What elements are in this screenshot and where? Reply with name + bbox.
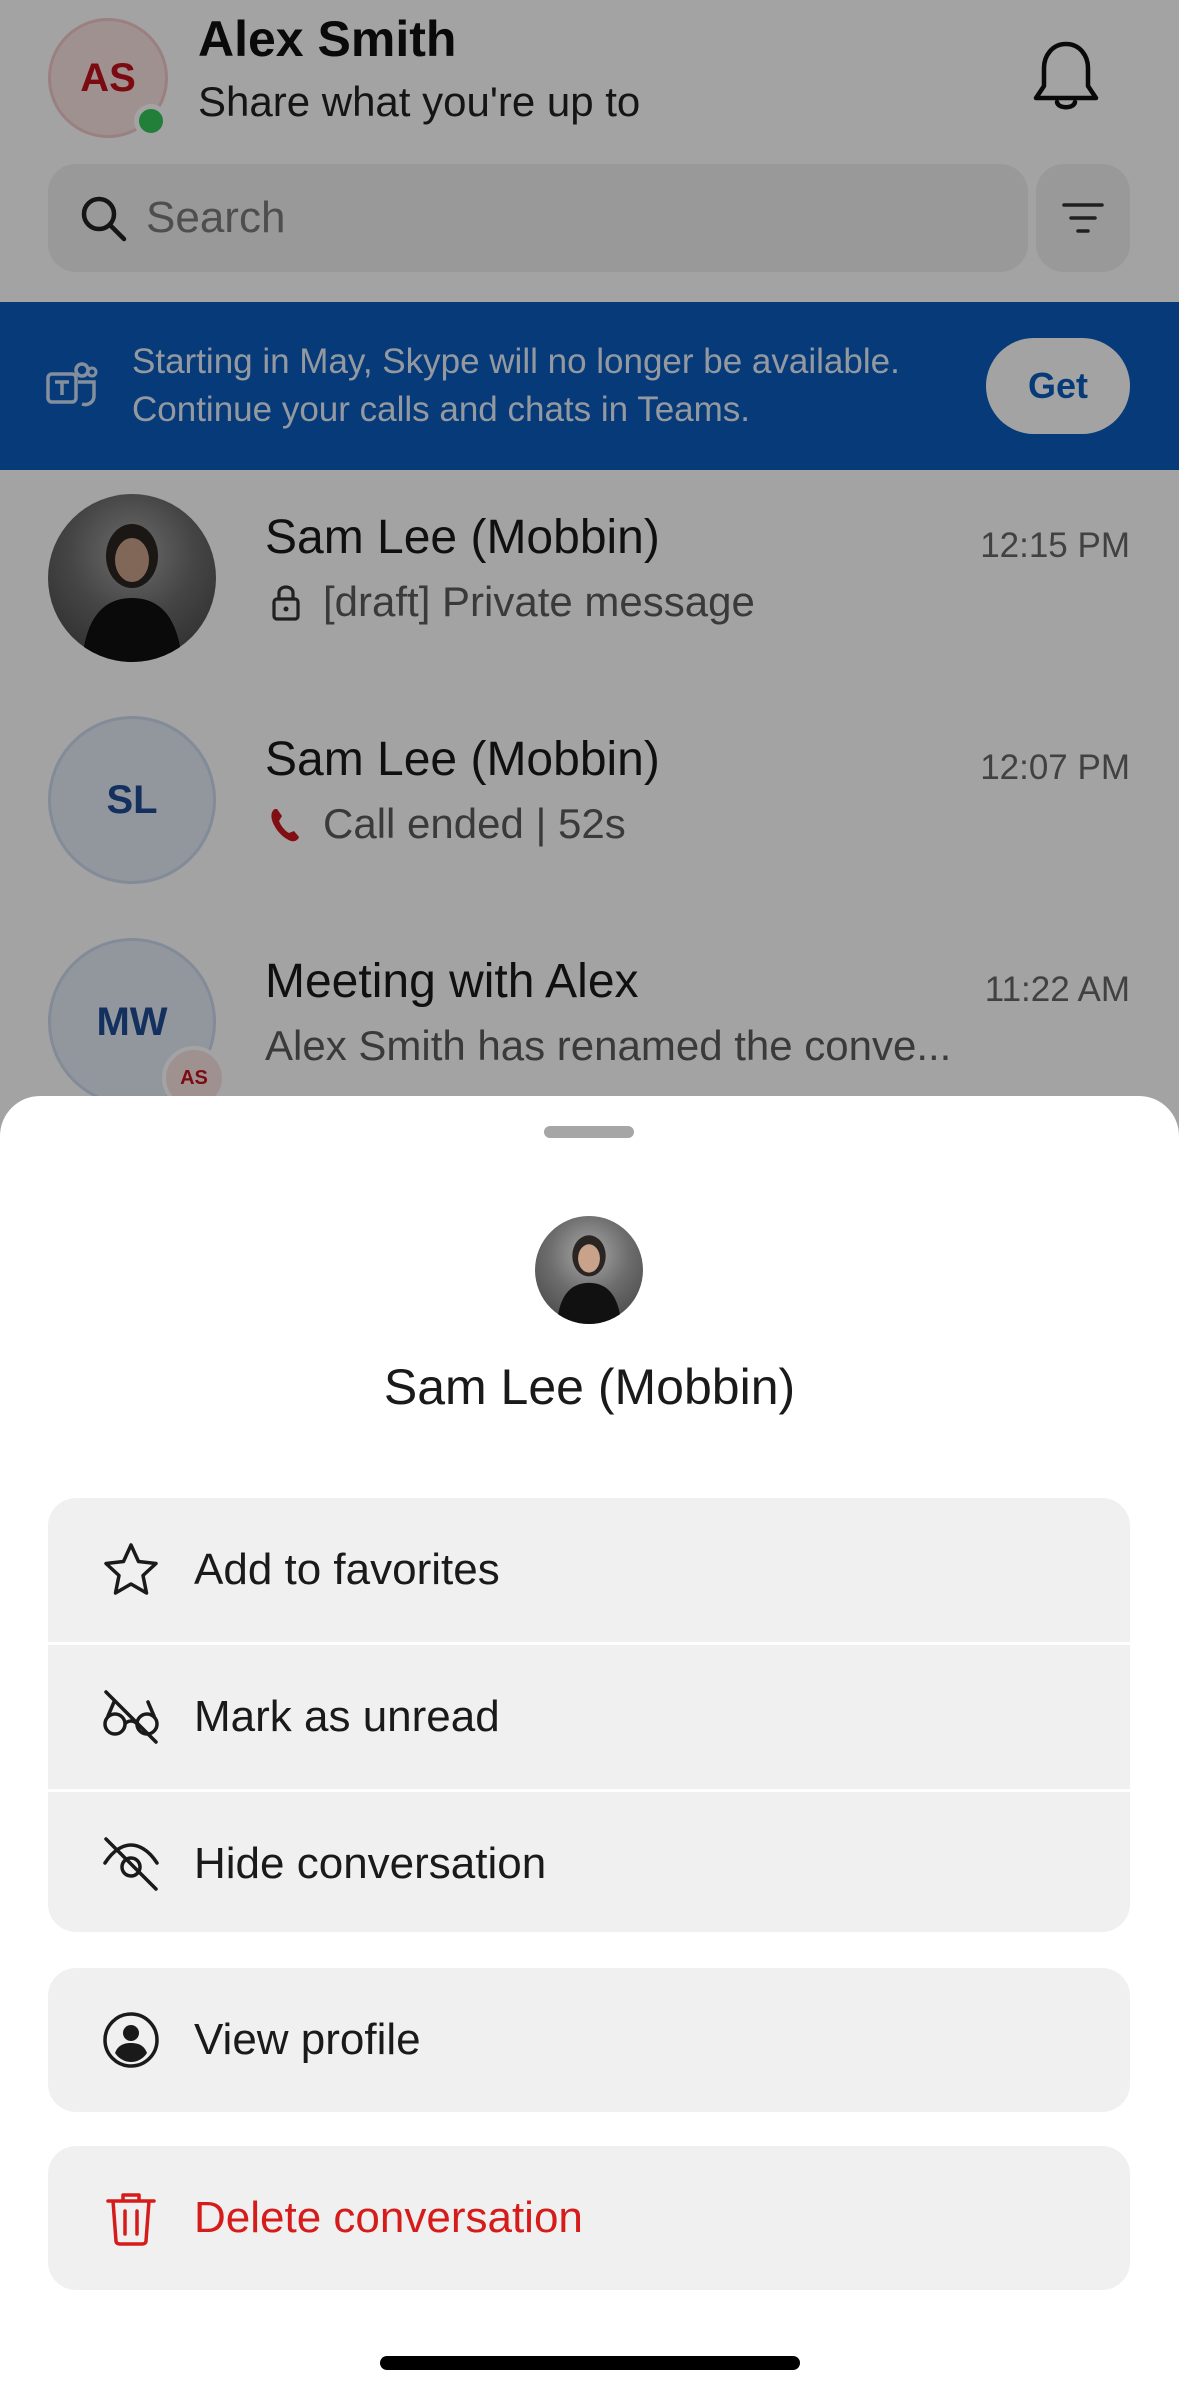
person-photo-icon [556, 1235, 622, 1324]
action-label: Hide conversation [194, 1839, 547, 1888]
eye-off-icon [103, 1837, 159, 1891]
trash-icon [106, 2193, 156, 2246]
home-indicator[interactable] [380, 2356, 800, 2370]
action-label: View profile [194, 2015, 421, 2064]
actions-group: Add to favorites Mark as unread Hide con… [48, 1498, 1130, 1932]
person-circle-icon [103, 2012, 159, 2068]
delete-group: Delete conversation [48, 2146, 1130, 2290]
sheet-contact-name: Sam Lee (Mobbin) [383, 1359, 796, 1415]
sheet-grabber[interactable] [544, 1126, 634, 1138]
action-label: Delete conversation [194, 2193, 583, 2242]
action-label: Mark as unread [194, 1692, 500, 1741]
glasses-off-icon [103, 1690, 159, 1744]
profile-group: View profile [48, 1968, 1130, 2112]
mark-as-unread-button[interactable]: Mark as unread [48, 1642, 1130, 1789]
action-label: Add to favorites [194, 1545, 500, 1594]
hide-conversation-button[interactable]: Hide conversation [48, 1789, 1130, 1932]
delete-conversation-button[interactable]: Delete conversation [48, 2146, 1130, 2290]
add-to-favorites-button[interactable]: Add to favorites [48, 1498, 1130, 1642]
contact-photo-avatar [535, 1216, 643, 1324]
conversation-actions-sheet: Sam Lee (Mobbin) Add to favorites Mark a… [0, 1096, 1179, 2396]
app-root: AS Alex Smith Share what you're up to Se… [0, 0, 1179, 2396]
view-profile-button[interactable]: View profile [48, 1968, 1130, 2112]
star-icon [104, 1543, 158, 1595]
